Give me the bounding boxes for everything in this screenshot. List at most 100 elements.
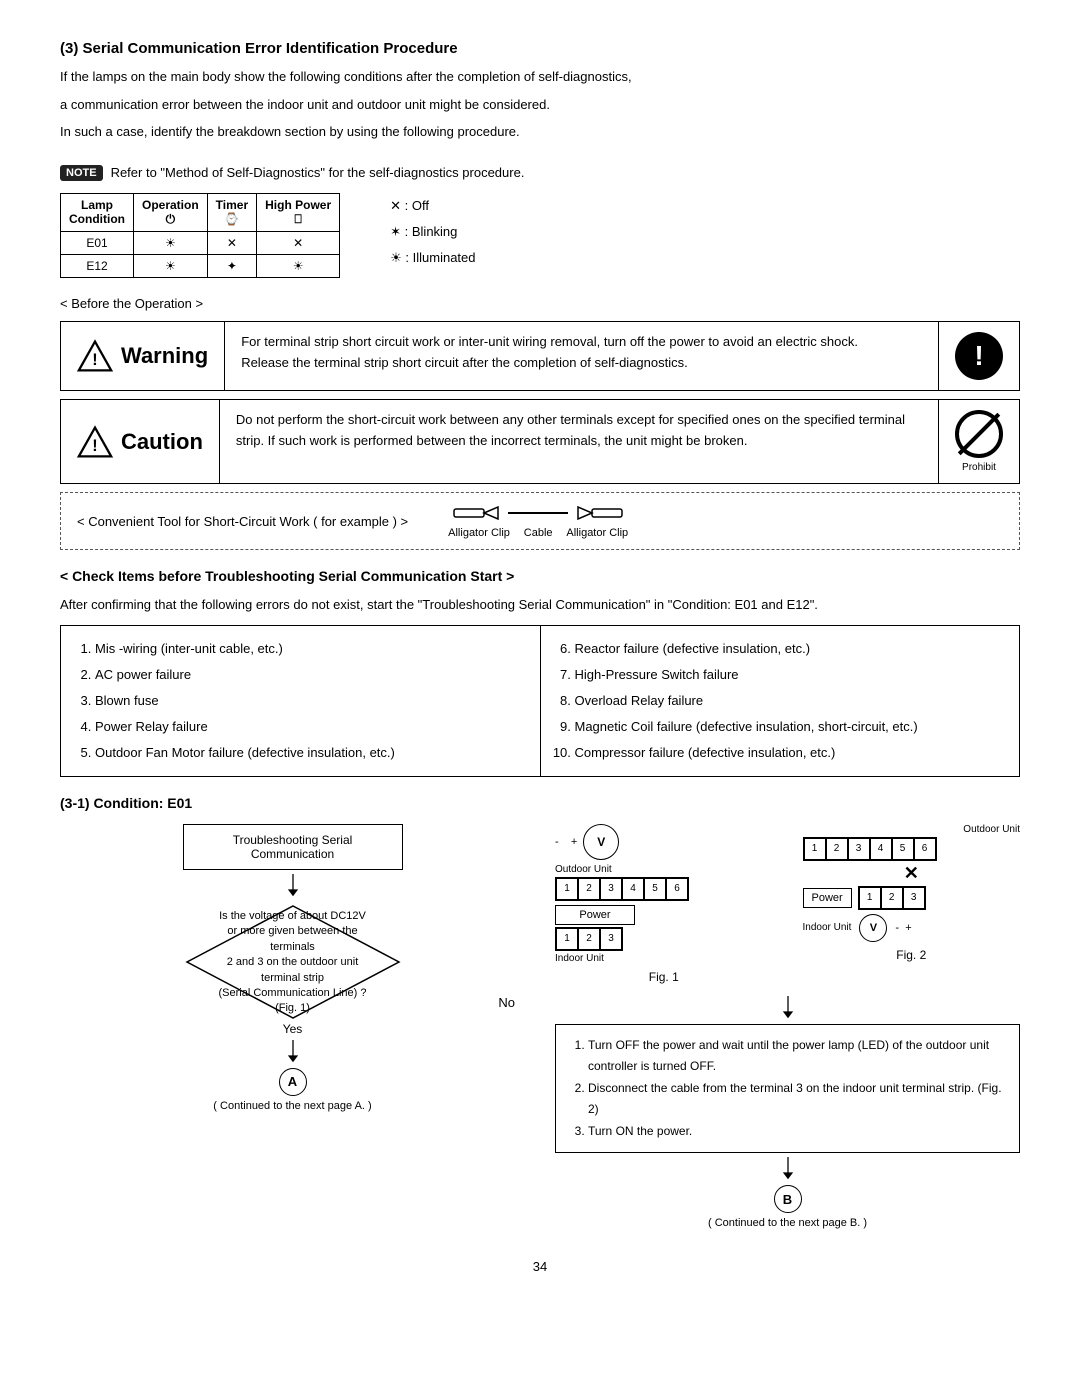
caution-triangle-icon: ! — [77, 424, 113, 460]
caution-title: Caution — [121, 429, 203, 455]
flowchart-left: Troubleshooting Serial Communication Is … — [60, 824, 525, 1112]
fig2-outdoor-terminals: 1 2 3 4 5 6 — [803, 837, 937, 861]
instruction-item: Disconnect the cable from the terminal 3… — [588, 1078, 1005, 1121]
terminal-cell: 2 — [826, 838, 848, 860]
cable-line-icon — [508, 511, 568, 515]
fig1-outdoor-label: Outdoor Unit — [555, 864, 773, 875]
fig2-label: Fig. 2 — [803, 948, 1021, 962]
legend-blinking: ✶ : Blinking — [390, 219, 475, 245]
condition-table: LampCondition Operation⏻ Timer⌚ High Pow… — [60, 193, 340, 278]
exclamation-icon: ! — [955, 332, 1003, 380]
terminal-cell: 2 — [881, 887, 903, 909]
cable-row — [452, 503, 624, 523]
terminal-cell: 5 — [892, 838, 914, 860]
arrow-down-icon-2 — [283, 1040, 303, 1064]
note-box: NOTE Refer to "Method of Self-Diagnostic… — [60, 165, 1020, 181]
arrow-down-icon — [283, 874, 303, 898]
e12-op: ☀ — [133, 254, 207, 277]
list-col-2-items: Reactor failure (defective insulation, e… — [557, 636, 1004, 766]
e12-hp: ☀ — [257, 254, 340, 277]
condition-table-wrap: LampCondition Operation⏻ Timer⌚ High Pow… — [60, 193, 1020, 278]
tool-box-label: < Convenient Tool for Short-Circuit Work… — [77, 514, 408, 529]
list-item: Overload Relay failure — [575, 688, 1004, 714]
fig1-voltmeter-row: - + V — [555, 824, 773, 860]
terminal-row-outer2: 1 2 3 4 5 6 — [804, 838, 936, 860]
intro-line-1: If the lamps on the main body show the f… — [60, 67, 1020, 87]
warning-title: Warning — [121, 343, 208, 369]
terminal-cell: 6 — [914, 838, 936, 860]
arrow-down-icon-b — [778, 1157, 798, 1181]
warning-triangle-icon: ! — [77, 338, 113, 374]
list-col-1-items: Mis -wiring (inter-unit cable, etc.) AC … — [77, 636, 524, 766]
wiring-diagrams: - + V Outdoor Unit 1 2 3 4 5 6 Power — [555, 824, 1020, 984]
legend-illuminated: ☀ : Illuminated — [390, 245, 475, 271]
fig2-x-symbol: ✕ — [803, 863, 1021, 884]
fig2-indoor-terminals: 1 2 3 — [858, 886, 926, 910]
instruction-box: Turn OFF the power and wait until the po… — [555, 1024, 1020, 1154]
terminal-cell: 3 — [848, 838, 870, 860]
list-item: Compressor failure (defective insulation… — [575, 740, 1004, 766]
terminal-cell: 4 — [622, 878, 644, 900]
fc-arrow-down-2 — [60, 1040, 525, 1064]
fc-b-row: B — [555, 1185, 1020, 1213]
caution-right-icon: Prohibit — [938, 400, 1019, 483]
alligator-clip-right-icon — [574, 503, 624, 523]
note-text: Refer to "Method of Self-Diagnostics" fo… — [111, 165, 525, 180]
cable-labels: Alligator Clip Cable Alligator Clip — [448, 527, 628, 539]
table-row: E12 ☀ ✦ ☀ — [61, 254, 340, 277]
check-items-title: < Check Items before Troubleshooting Ser… — [60, 566, 1020, 587]
col-operation: Operation⏻ — [133, 193, 207, 231]
terminal-cell: 4 — [870, 838, 892, 860]
terminal-cell: 1 — [556, 928, 578, 950]
fig2-polarity: - + — [895, 922, 911, 934]
flowchart-area: Troubleshooting Serial Communication Is … — [60, 824, 1020, 1230]
terminal-row-indoor: 1 2 3 — [556, 928, 622, 950]
fig1-polarity: - + — [555, 836, 577, 848]
terminal-cell: 1 — [859, 887, 881, 909]
fc-continued-a: ( Continued to the next page A. ) — [60, 1100, 525, 1112]
voltmeter-fig1: V — [583, 824, 619, 860]
terminal-cell: 3 — [600, 878, 622, 900]
terminal-cell: 5 — [644, 878, 666, 900]
no-label-text: No — [498, 995, 515, 1010]
arrow-down-icon-right — [778, 996, 798, 1020]
warning-right-icon: ! — [938, 322, 1019, 390]
instruction-item: Turn ON the power. — [588, 1121, 1005, 1143]
list-item: AC power failure — [95, 662, 524, 688]
fig2-power-label: Power — [803, 888, 852, 908]
label-clip-right: Alligator Clip — [566, 527, 628, 539]
warning-content: For terminal strip short circuit work or… — [225, 322, 938, 390]
diamond-text: Is the voltage of about DC12V or more gi… — [218, 909, 368, 1017]
legend-off: ✕ : Off — [390, 193, 475, 219]
terminal-cell: 3 — [903, 887, 925, 909]
list-item: Power Relay failure — [95, 714, 524, 740]
voltmeter-fig2: V — [859, 914, 887, 942]
col-highpower: High Power⎕ — [257, 193, 340, 231]
terminal-cell: 6 — [666, 878, 688, 900]
fc-node-b: B — [774, 1185, 802, 1213]
caution-left: ! Caution — [61, 400, 220, 483]
col-timer: Timer⌚ — [207, 193, 256, 231]
fig1-indoor-label: Indoor Unit — [555, 953, 773, 964]
before-operation: < Before the Operation > — [60, 294, 1020, 314]
intro-line-3: In such a case, identify the breakdown s… — [60, 122, 1020, 142]
list-col-2: Reactor failure (defective insulation, e… — [541, 626, 1020, 776]
fig1: - + V Outdoor Unit 1 2 3 4 5 6 Power — [555, 824, 773, 984]
check-items-list: Mis -wiring (inter-unit cable, etc.) AC … — [60, 625, 1020, 777]
fc-arrow-down-b — [555, 1157, 1020, 1181]
e12-timer: ✦ — [207, 254, 256, 277]
fig2-indoor-label: Indoor Unit — [803, 922, 852, 933]
table-row: E01 ☀ ✕ ✕ — [61, 231, 340, 254]
intro-line-2: a communication error between the indoor… — [60, 95, 1020, 115]
section-title: (3) Serial Communication Error Identific… — [60, 40, 1020, 57]
e01-hp: ✕ — [257, 231, 340, 254]
prohibit-icon — [955, 410, 1003, 458]
list-item: Magnetic Coil failure (defective insulat… — [575, 714, 1004, 740]
fc-start-box: Troubleshooting Serial Communication — [183, 824, 403, 870]
fc-arrow-down-right — [555, 996, 1020, 1020]
fig1-outdoor-terminals: 1 2 3 4 5 6 — [555, 877, 689, 901]
cable-diagram: Alligator Clip Cable Alligator Clip — [448, 503, 628, 539]
caution-box: ! Caution Do not perform the short-circu… — [60, 399, 1020, 484]
warning-box: ! Warning For terminal strip short circu… — [60, 321, 1020, 391]
e01-op: ☀ — [133, 231, 207, 254]
